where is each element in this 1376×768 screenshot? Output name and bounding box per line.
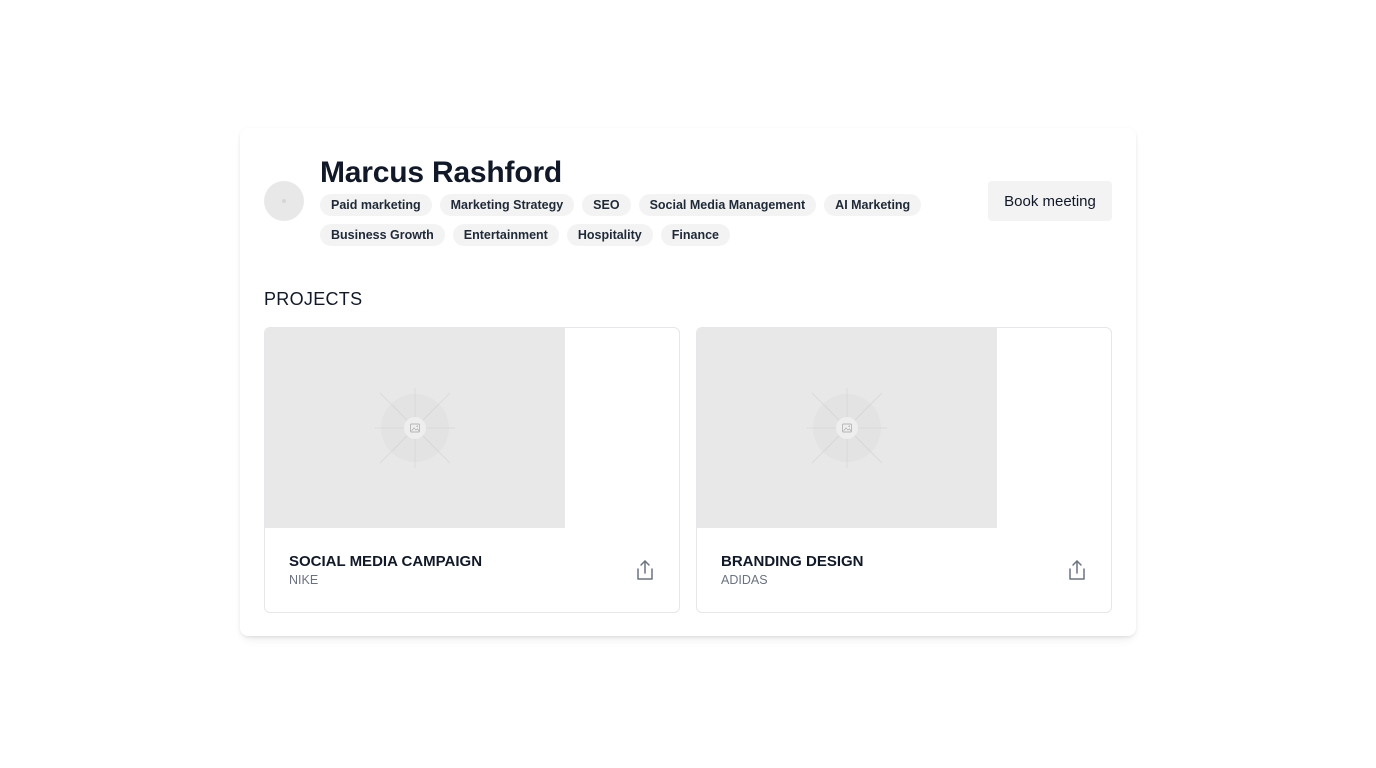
project-list: SOCIAL MEDIA CAMPAIGN NIKE BRANDING DESI…: [264, 327, 1112, 613]
profile-card: Marcus Rashford Paid marketing Marketing…: [240, 128, 1136, 636]
image-placeholder-icon: [375, 388, 455, 468]
tag-hospitality: Hospitality: [566, 224, 653, 246]
tag-finance: Finance: [660, 224, 730, 246]
share-icon: [1069, 560, 1085, 580]
project-card[interactable]: SOCIAL MEDIA CAMPAIGN NIKE: [264, 327, 680, 613]
tag-social-media-management: Social Media Management: [638, 194, 817, 216]
project-thumbnail: [697, 328, 997, 528]
tag-list: Paid marketing Marketing Strategy SEO So…: [320, 194, 930, 246]
image-placeholder-icon: [807, 388, 887, 468]
project-title: BRANDING DESIGN: [721, 553, 864, 570]
tag-paid-marketing: Paid marketing: [320, 194, 432, 216]
project-client: NIKE: [289, 573, 319, 587]
avatar: [264, 181, 304, 221]
project-card[interactable]: BRANDING DESIGN ADIDAS: [696, 327, 1112, 613]
share-icon: [637, 560, 653, 580]
projects-heading: PROJECTS: [264, 289, 363, 309]
tag-entertainment: Entertainment: [452, 224, 559, 246]
tag-seo: SEO: [582, 194, 631, 216]
share-button[interactable]: [631, 556, 659, 584]
project-title: SOCIAL MEDIA CAMPAIGN: [289, 553, 483, 570]
project-client: ADIDAS: [721, 573, 768, 587]
tag-marketing-strategy: Marketing Strategy: [439, 194, 575, 216]
share-button[interactable]: [1063, 556, 1091, 584]
project-thumbnail: [265, 328, 565, 528]
tag-business-growth: Business Growth: [320, 224, 445, 246]
book-meeting-button[interactable]: Book meeting: [988, 181, 1112, 221]
tag-ai-marketing: AI Marketing: [824, 194, 922, 216]
profile-name: Marcus Rashford: [320, 156, 563, 189]
avatar-placeholder-icon: [282, 199, 286, 203]
